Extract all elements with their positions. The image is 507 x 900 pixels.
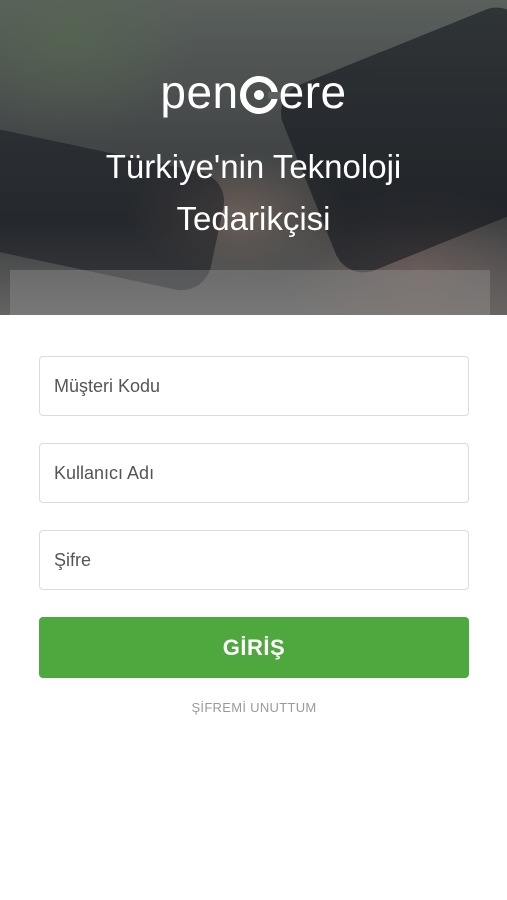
hero-banner: pen ere Türkiye'nin Teknoloji Tedarikçis… xyxy=(0,0,507,315)
login-form: GİRİŞ ŞİFREMİ UNUTTUM xyxy=(39,356,469,715)
logo-text-end: ere xyxy=(278,66,347,118)
password-input[interactable] xyxy=(39,530,469,590)
tagline-line-1: Türkiye'nin Teknoloji xyxy=(105,148,402,185)
brand-logo: pen ere xyxy=(0,62,507,122)
username-input[interactable] xyxy=(39,443,469,503)
customer-code-input[interactable] xyxy=(39,356,469,416)
tagline-line-2: Tedarikçisi xyxy=(176,200,331,237)
logo-text-start: pen xyxy=(160,66,239,118)
login-button[interactable]: GİRİŞ xyxy=(39,617,469,678)
logo-mark-icon xyxy=(239,76,280,114)
forgot-password-link[interactable]: ŞİFREMİ UNUTTUM xyxy=(39,700,469,715)
